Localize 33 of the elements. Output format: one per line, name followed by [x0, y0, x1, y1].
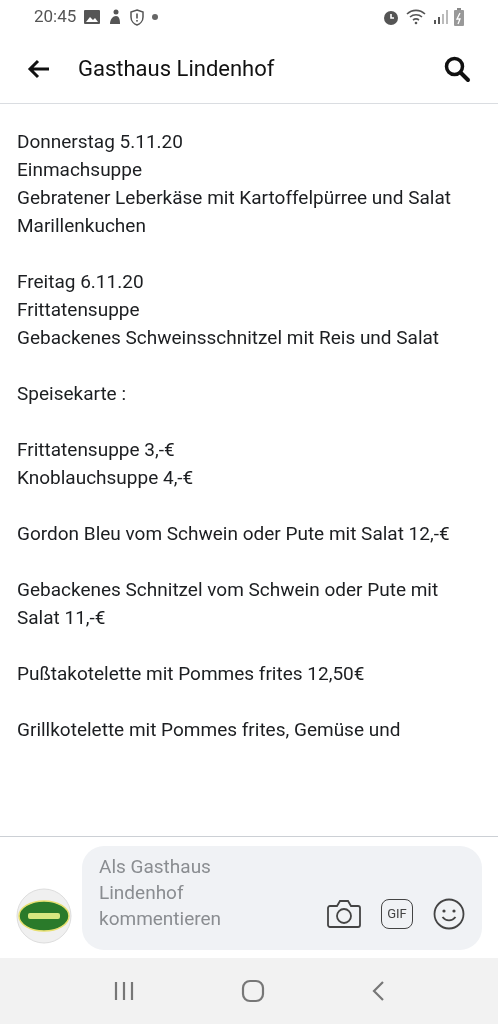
post-text-line: Gebackenes Schweinsschnitzel mit Reis und Salat [17, 325, 441, 351]
post-text-line: Frittatensuppe [17, 297, 141, 323]
post-text-line: Frittatensuppe 3,-€ [17, 437, 176, 463]
recent-apps-icon[interactable] [113, 981, 135, 1001]
camera-icon[interactable] [327, 898, 361, 929]
post-text-line: Gebratener Leberkäse mit Kartoffelpürree und Salat [17, 185, 452, 211]
post-text-line: Speisekarte : [17, 381, 127, 407]
post-text-line: Marillenkuchen [17, 213, 147, 239]
avatar [16, 887, 72, 944]
post-text-line: Donnerstag 5.11.20 [17, 129, 184, 155]
post-text-line: Einmachsuppe [17, 157, 143, 183]
post-text-line: Pußtakotelette mit Pommes frites 12,50€ [17, 661, 366, 687]
comment-placeholder: Als Gasthaus Lindenhof kommentieren [99, 853, 223, 932]
post-text-line: Knoblauchsuppe 4,-€ [17, 465, 195, 491]
gif-button[interactable]: GIF [381, 898, 413, 929]
signal-icon [434, 10, 448, 24]
post-text-line: Gordon Bleu vom Schwein oder Pute mit Salat 12,-€ [17, 521, 451, 547]
wifi-icon [406, 9, 428, 25]
post-text-line: Gebackenes Schnitzel vom Schwein oder Pute mit Salat 11,-€ [17, 577, 440, 631]
page-title: Gasthaus Lindenhof [78, 55, 276, 83]
post-text-line: Grillkotelette mit Pommes frites, Gemüse und [17, 717, 402, 743]
status-time: 20:45 [34, 5, 77, 29]
home-icon[interactable] [241, 979, 265, 1003]
figure-icon [108, 9, 123, 25]
emoji-icon[interactable] [433, 897, 465, 930]
alarm-icon [382, 8, 400, 26]
back-icon[interactable] [371, 980, 385, 1002]
comment-field[interactable]: Als Gasthaus Lindenhof kommentieren GIF [82, 845, 482, 950]
image-icon [84, 10, 101, 24]
shield-icon [130, 8, 145, 26]
dot-icon [152, 14, 159, 20]
battery-icon [454, 8, 464, 26]
post-text-line: Freitag 6.11.20 [17, 269, 145, 295]
